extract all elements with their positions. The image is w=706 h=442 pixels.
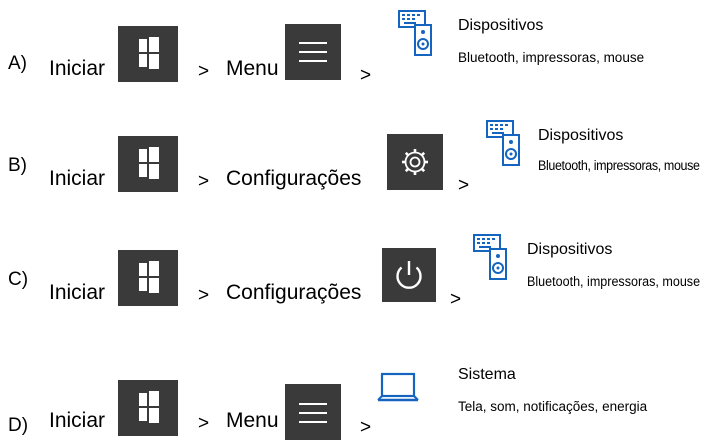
- separator: >: [198, 413, 210, 434]
- windows-logo-icon: [118, 380, 178, 436]
- start-label: Iniciar: [49, 281, 106, 304]
- step-label: Configurações: [226, 281, 362, 304]
- card-subtitle: Bluetooth, impressoras, mouse: [527, 274, 701, 289]
- option-letter: D): [8, 415, 29, 436]
- devices-keyboard-speaker-icon: [472, 232, 512, 288]
- step-label: Configurações: [226, 167, 362, 190]
- hamburger-menu-icon: [285, 384, 341, 440]
- step-label: Menu: [226, 409, 279, 432]
- devices-keyboard-speaker-icon: [485, 118, 525, 174]
- separator: >: [450, 289, 462, 310]
- separator: >: [198, 171, 210, 192]
- separator: >: [360, 65, 372, 86]
- card-title: Dispositivos: [458, 17, 544, 34]
- power-icon: [382, 248, 436, 302]
- windows-logo-icon: [118, 136, 178, 192]
- devices-keyboard-speaker-icon: [397, 8, 437, 64]
- card-title: Dispositivos: [538, 127, 624, 144]
- card-subtitle: Bluetooth, impressoras, mouse: [538, 158, 700, 173]
- hamburger-menu-icon: [285, 24, 341, 80]
- card-subtitle: Bluetooth, impressoras, mouse: [458, 50, 645, 65]
- separator: >: [198, 61, 210, 82]
- step-label: Menu: [226, 57, 279, 80]
- laptop-icon: [376, 370, 420, 406]
- start-label: Iniciar: [49, 409, 106, 432]
- card-title: Dispositivos: [527, 241, 613, 258]
- separator: >: [360, 417, 372, 438]
- option-letter: B): [8, 155, 27, 176]
- start-label: Iniciar: [49, 167, 106, 190]
- separator: >: [458, 175, 470, 196]
- start-label: Iniciar: [49, 57, 106, 80]
- windows-logo-icon: [118, 26, 178, 82]
- option-letter: A): [8, 53, 27, 74]
- gear-icon: [387, 134, 443, 190]
- windows-logo-icon: [118, 250, 178, 306]
- option-letter: C): [8, 269, 29, 290]
- separator: >: [198, 285, 210, 306]
- card-subtitle: Tela, som, notificações, energia: [458, 399, 648, 414]
- card-title: Sistema: [458, 366, 516, 383]
